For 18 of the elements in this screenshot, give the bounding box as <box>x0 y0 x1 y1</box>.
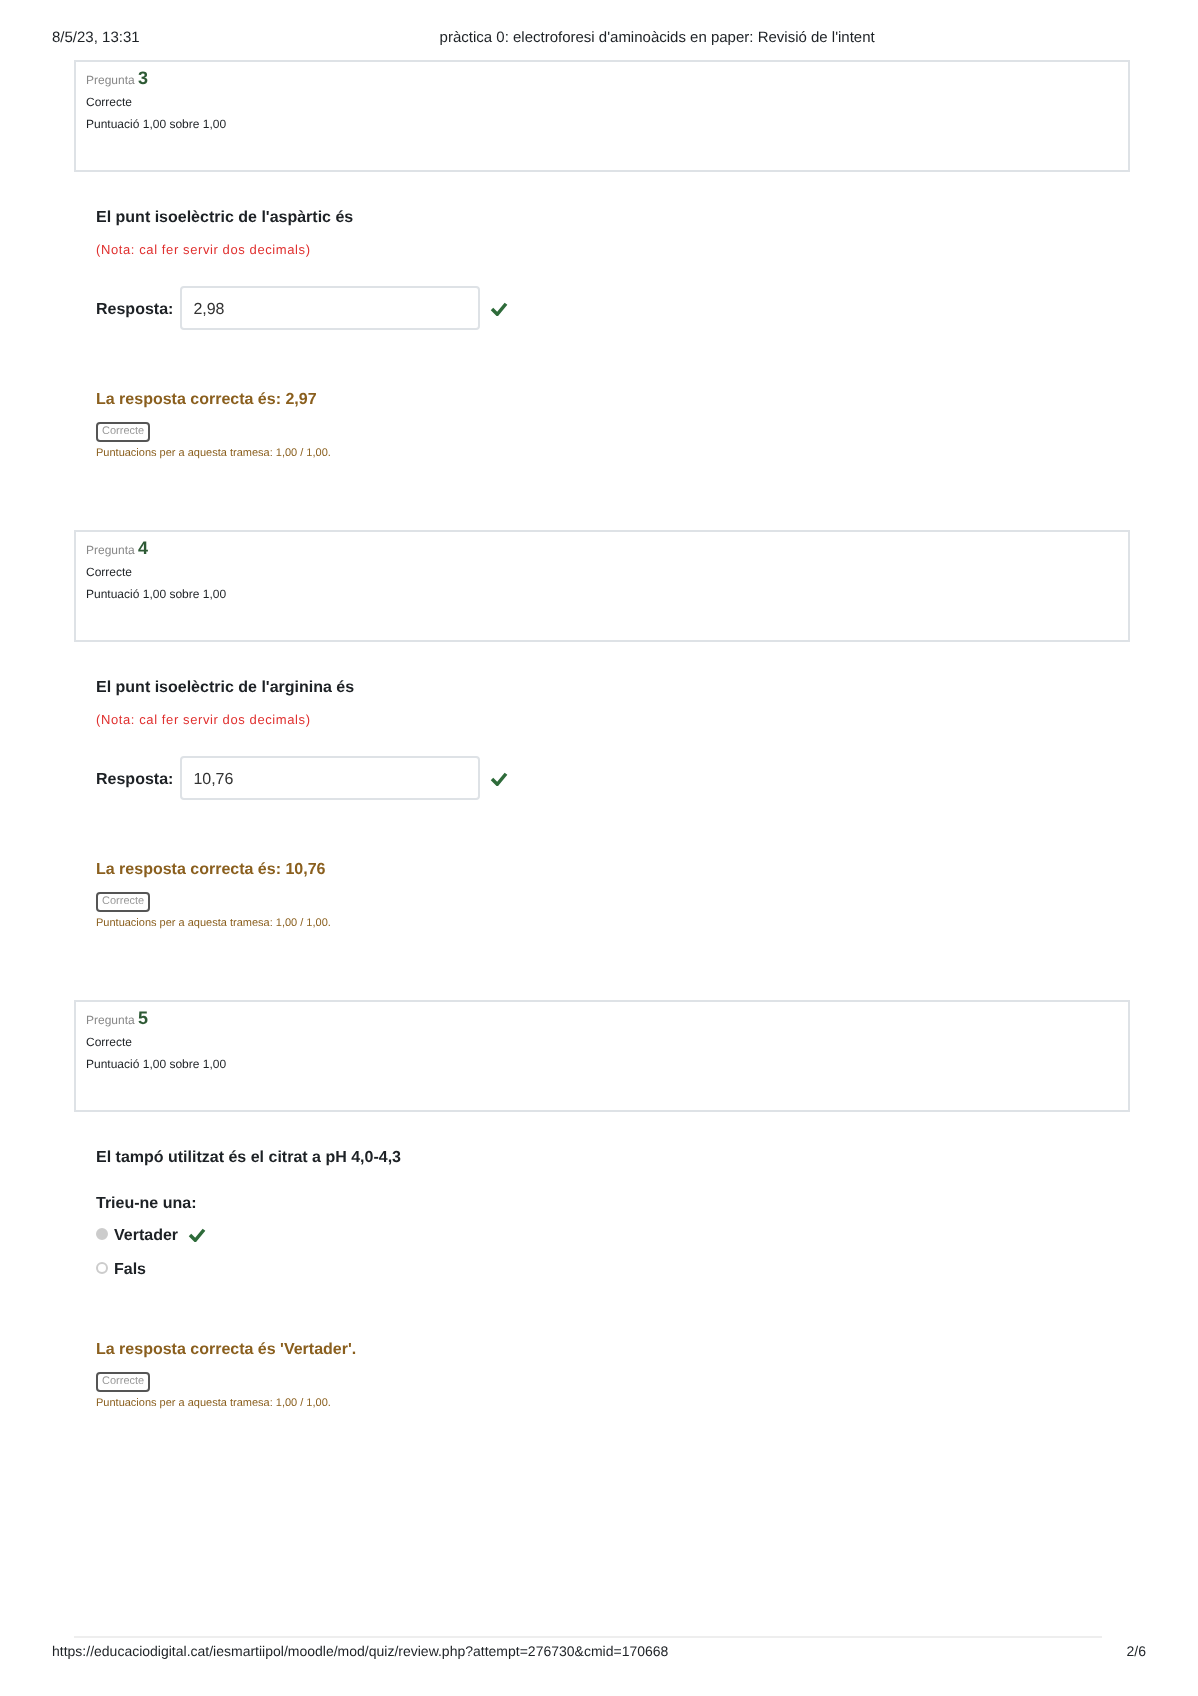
answer-field[interactable]: 2,98 <box>179 286 480 330</box>
question-number: 5 <box>138 1008 149 1028</box>
prompt-text: Trieu-ne una: <box>96 1194 199 1212</box>
question-number: 4 <box>138 538 149 558</box>
correct-answer-text: La resposta correcta és: 2,97 <box>96 390 319 408</box>
option-label: Vertader <box>114 1225 179 1243</box>
answer-label: Resposta: <box>96 299 174 317</box>
answer-label: Resposta: <box>96 769 174 787</box>
answer-field[interactable]: 10,76 <box>179 756 480 800</box>
question-text: El punt isoelèctric de l'aspàrtic és <box>96 208 356 226</box>
option-label: Fals <box>114 1259 147 1277</box>
question-text: El punt isoelèctric de l'arginina és <box>96 678 357 696</box>
question-text: El tampó utilitzat és el citrat a pH 4,0-4,3 <box>96 1148 403 1166</box>
radio-button[interactable] <box>96 1228 108 1240</box>
correct-answer-text: La resposta correcta és: 10,76 <box>96 860 328 878</box>
radio-button[interactable] <box>96 1262 108 1274</box>
question-number: 3 <box>138 68 149 88</box>
correct-answer-text: La resposta correcta és 'Vertader'. <box>96 1340 359 1358</box>
